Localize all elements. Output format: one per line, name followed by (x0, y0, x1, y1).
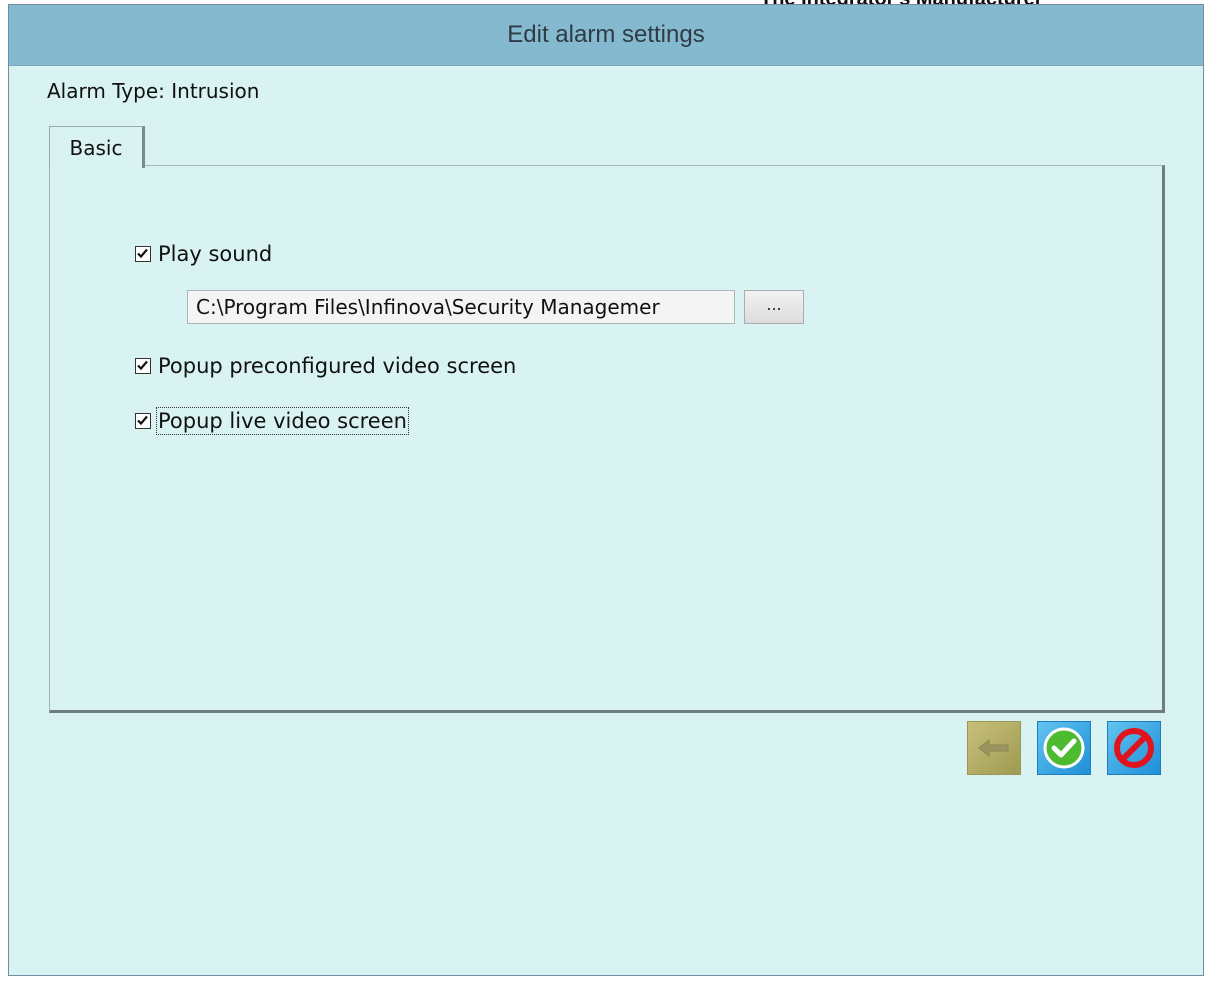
popup-preconfigured-checkbox-row[interactable]: Popup preconfigured video screen (135, 354, 516, 378)
popup-preconfigured-checkbox[interactable] (135, 358, 151, 374)
browse-sound-button[interactable]: ... (744, 290, 804, 324)
back-button[interactable] (967, 721, 1021, 775)
tab-basic[interactable]: Basic (49, 126, 145, 168)
edit-alarm-dialog: Edit alarm settings Alarm Type: Intrusio… (8, 4, 1204, 976)
checkmark-icon (137, 360, 148, 371)
play-sound-checkbox-row[interactable]: Play sound (135, 242, 272, 266)
ok-button[interactable] (1037, 721, 1091, 775)
checkmark-icon (137, 415, 148, 426)
play-sound-checkbox[interactable] (135, 246, 151, 262)
play-sound-label: Play sound (158, 242, 273, 266)
red-prohibition-icon (1114, 728, 1154, 768)
green-check-icon (1043, 727, 1085, 769)
dialog-title: Edit alarm settings (9, 5, 1203, 66)
sound-file-path-input[interactable]: C:\Program Files\Infinova\Security Manag… (187, 290, 735, 324)
alarm-type-label: Alarm Type: Intrusion (47, 79, 260, 103)
popup-live-label: Popup live video screen (156, 407, 409, 435)
basic-tab-panel: Play sound C:\Program Files\Infinova\Sec… (49, 165, 1165, 713)
popup-preconfigured-label: Popup preconfigured video screen (158, 354, 517, 378)
popup-live-checkbox[interactable] (135, 413, 151, 429)
sound-file-path-value: C:\Program Files\Infinova\Security Manag… (196, 295, 660, 319)
checkmark-icon (137, 248, 148, 259)
cancel-button[interactable] (1107, 721, 1161, 775)
popup-live-checkbox-row[interactable]: Popup live video screen (135, 407, 409, 435)
back-arrow-icon (978, 738, 1009, 758)
